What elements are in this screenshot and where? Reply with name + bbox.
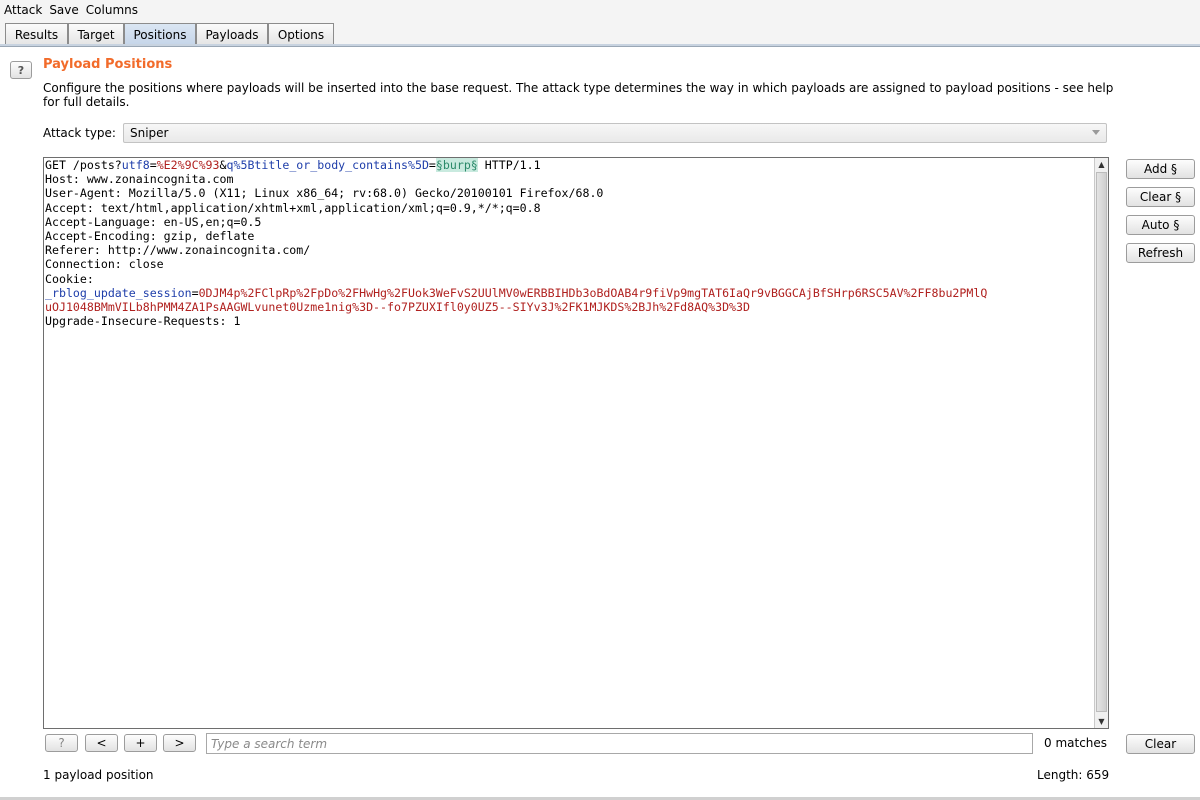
request-length: Length: 659 (1037, 768, 1110, 782)
attack-type-value: Sniper (130, 126, 169, 140)
payload-position-count: 1 payload position (43, 768, 154, 782)
cookie-value-continued: uOJ1048BMmVILb8hPMM4ZA1PsAAGWLvunet0Uzme… (45, 300, 750, 315)
request-editor[interactable]: GET /posts?utf8=%E2%9C%93&q%5Btitle_or_b… (43, 157, 1109, 729)
scroll-up-arrow-icon[interactable]: ▲ (1095, 158, 1108, 171)
refresh-button[interactable]: Refresh (1126, 243, 1195, 263)
help-button[interactable]: ? (10, 61, 32, 79)
param-value: %E2%9C%93 (156, 158, 220, 172)
header-line: User-Agent: Mozilla/5.0 (X11; Linux x86_… (45, 186, 604, 201)
header-line: Host: www.zonaincognita.com (45, 172, 234, 187)
menu-bar: Attack Save Columns (0, 0, 1200, 19)
attack-type-label: Attack type: (43, 126, 116, 140)
scroll-thumb[interactable] (1096, 172, 1107, 712)
header-line: Upgrade-Insecure-Requests: 1 (45, 314, 241, 329)
add-marker-button[interactable]: Add § (1126, 159, 1195, 179)
tab-underline (0, 44, 1200, 47)
clear-search-button[interactable]: Clear (1126, 734, 1195, 754)
cookie-line: _rblog_update_session=0DJM4p%2FClpRp%2Fp… (45, 285, 988, 300)
tab-results[interactable]: Results (5, 23, 68, 45)
section-title: Payload Positions (43, 57, 173, 72)
menu-attack[interactable]: Attack (4, 3, 42, 17)
section-description: Configure the positions where payloads w… (43, 81, 1114, 109)
search-prev-button[interactable]: < (85, 734, 118, 752)
request-line: GET /posts?utf8=%E2%9C%93&q%5Btitle_or_b… (45, 158, 541, 172)
param-name: q%5Btitle_or_body_contains%5D (226, 158, 429, 172)
vertical-scrollbar[interactable]: ▲ ▼ (1094, 158, 1108, 728)
header-line: Referer: http://www.zonaincognita.com/ (45, 243, 311, 258)
attack-type-select[interactable]: Sniper (123, 123, 1107, 143)
tab-payloads[interactable]: Payloads (196, 23, 268, 45)
match-count: 0 matches (1044, 736, 1108, 750)
menu-save[interactable]: Save (49, 3, 78, 17)
search-next-button[interactable]: > (163, 734, 196, 752)
cookie-name: _rblog_update_session (45, 285, 192, 300)
header-line: Accept-Language: en-US,en;q=0.5 (45, 214, 262, 229)
search-input[interactable] (206, 733, 1033, 754)
payload-marker: §burp§ (435, 158, 478, 172)
search-help-button[interactable]: ? (45, 734, 78, 752)
tab-target[interactable]: Target (68, 23, 124, 45)
scroll-down-arrow-icon[interactable]: ▼ (1095, 715, 1108, 728)
tab-options[interactable]: Options (268, 23, 334, 45)
request-text[interactable]: GET /posts?utf8=%E2%9C%93&q%5Btitle_or_b… (45, 158, 1093, 328)
tab-positions[interactable]: Positions (124, 23, 196, 46)
header-line: Connection: close (45, 257, 164, 272)
search-add-button[interactable]: + (124, 734, 157, 752)
auto-markers-button[interactable]: Auto § (1126, 215, 1195, 235)
header-line: Cookie: (45, 271, 94, 286)
chevron-down-icon (1092, 130, 1100, 135)
tab-bar: Results Target Positions Payloads Option… (0, 19, 1200, 46)
clear-markers-button[interactable]: Clear § (1126, 187, 1195, 207)
header-line: Accept: text/html,application/xhtml+xml,… (45, 200, 541, 215)
menu-columns[interactable]: Columns (86, 3, 138, 17)
param-name: utf8 (121, 158, 150, 172)
cookie-value: 0DJM4p%2FClpRp%2FpDo%2FHwHg%2FUok3WeFvS2… (198, 285, 988, 300)
header-line: Accept-Encoding: gzip, deflate (45, 229, 255, 244)
